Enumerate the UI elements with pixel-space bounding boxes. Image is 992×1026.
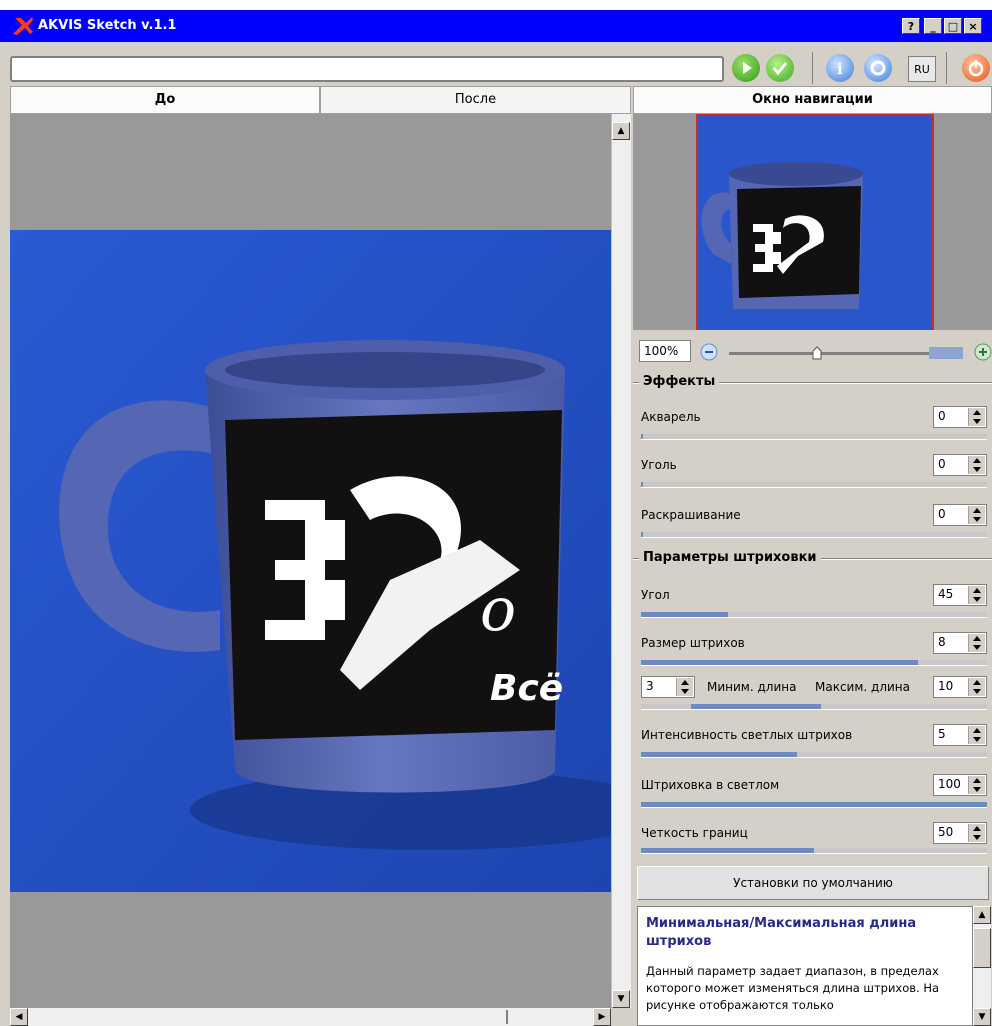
settings-panel: Окно навигации 100% Эффекты Акварель 0 У…: [633, 86, 992, 1026]
info-icon: i: [837, 60, 843, 78]
edge-sharpness-label: Четкость границ: [641, 826, 748, 840]
help-scroll-up-icon[interactable]: ▲: [973, 906, 991, 924]
info-button[interactable]: i: [826, 54, 854, 82]
coloring-spinner[interactable]: 0: [933, 504, 987, 526]
length-range-slider[interactable]: [641, 704, 987, 710]
help-icon: [870, 60, 886, 76]
tab-after[interactable]: После: [320, 86, 631, 114]
min-length-label: Миним. длина: [707, 680, 797, 694]
apply-button[interactable]: [766, 54, 794, 82]
zoom-slider[interactable]: [729, 352, 959, 355]
canvas-horizontal-scrollbar[interactable]: ◀ ▶: [10, 1008, 611, 1026]
stroke-size-label: Размер штрихов: [641, 636, 745, 650]
svg-text:i: i: [837, 60, 843, 78]
charcoal-spinner[interactable]: 0: [933, 454, 987, 476]
language-button[interactable]: RU: [908, 56, 936, 82]
navigator-thumbnail: [696, 114, 934, 330]
window-title: AKVIS Sketch v.1.1: [38, 18, 177, 33]
help-scrollbar[interactable]: ▲ ▼: [973, 906, 991, 1026]
max-length-label: Максим. длина: [815, 680, 910, 694]
edge-sharpness-spinner[interactable]: 50: [933, 822, 987, 844]
zoom-slider-end: [929, 347, 963, 359]
max-length-spinner[interactable]: 10: [933, 676, 987, 698]
minimize-button[interactable]: _: [924, 18, 942, 34]
stroke-size-slider[interactable]: [641, 660, 987, 666]
help-button[interactable]: [864, 54, 892, 82]
effects-title: Эффекты: [639, 374, 720, 389]
coloring-label: Раскрашивание: [641, 508, 741, 522]
scroll-right-icon[interactable]: ▶: [593, 1008, 611, 1026]
image-canvas[interactable]: Всё о: [10, 114, 611, 1008]
title-bar: AKVIS Sketch v.1.1 ? _ □ ×: [0, 10, 992, 42]
watercolor-slider[interactable]: [641, 434, 987, 440]
coloring-slider[interactable]: [641, 532, 987, 538]
charcoal-slider[interactable]: [641, 482, 987, 488]
canvas-vertical-scrollbar[interactable]: ▲ ▼: [611, 114, 631, 1008]
light-intensity-spinner[interactable]: 5: [933, 724, 987, 746]
zoom-slider-thumb[interactable]: [812, 346, 822, 360]
min-length-spinner[interactable]: 3: [641, 676, 695, 698]
toolbar-separator: [946, 52, 947, 84]
scroll-left-icon[interactable]: ◀: [10, 1008, 28, 1026]
zoom-row: 100%: [633, 334, 992, 368]
watercolor-label: Акварель: [641, 410, 701, 424]
angle-slider[interactable]: [641, 612, 987, 618]
light-hatching-label: Штриховка в светлом: [641, 778, 780, 792]
mug-illustration: Всё о: [10, 230, 611, 892]
maximize-button[interactable]: □: [944, 18, 962, 34]
edge-sharpness-slider[interactable]: [641, 848, 987, 854]
default-settings-button[interactable]: Установки по умолчанию: [637, 866, 989, 900]
scroll-down-icon[interactable]: ▼: [612, 990, 630, 1008]
help-body: Данный параметр задает диапазон, в преде…: [646, 964, 940, 1012]
help-heading: Минимальная/Максимальная длина штрихов: [646, 916, 917, 949]
mug-text: Всё: [490, 668, 563, 709]
mug-photo: Всё о: [10, 230, 611, 892]
charcoal-label: Уголь: [641, 458, 677, 472]
app-window: AKVIS Sketch v.1.1 ? _ □ × i RU До После: [0, 10, 992, 1026]
close-button[interactable]: ×: [964, 18, 982, 34]
run-button[interactable]: [732, 54, 760, 82]
watercolor-spinner[interactable]: 0: [933, 406, 987, 428]
help-box: Минимальная/Максимальная длина штрихов Д…: [637, 906, 973, 1026]
power-icon: [968, 60, 984, 77]
hatching-title: Параметры штриховки: [639, 550, 821, 565]
light-intensity-slider[interactable]: [641, 752, 987, 758]
svg-text:о: о: [480, 575, 516, 645]
navigator-view[interactable]: [633, 114, 992, 330]
help-scroll-down-icon[interactable]: ▼: [973, 1008, 991, 1026]
akvis-logo-icon: [13, 17, 33, 35]
angle-label: Угол: [641, 588, 670, 602]
help-window-button[interactable]: ?: [902, 18, 920, 34]
help-scroll-thumb[interactable]: [973, 928, 991, 968]
light-hatching-spinner[interactable]: 100: [933, 774, 987, 796]
exit-button[interactable]: [962, 54, 990, 82]
scroll-up-icon[interactable]: ▲: [612, 122, 630, 140]
run-icon: [743, 62, 752, 74]
navigator-title: Окно навигации: [633, 86, 992, 114]
zoom-in-icon[interactable]: [973, 342, 992, 362]
tab-before[interactable]: До: [10, 86, 320, 114]
view-tabs: До После: [0, 86, 632, 114]
zoom-value[interactable]: 100%: [639, 340, 691, 362]
apply-icon: [772, 62, 788, 76]
zoom-out-icon[interactable]: [699, 342, 719, 362]
light-intensity-label: Интенсивность светлых штрихов: [641, 728, 853, 742]
stroke-size-spinner[interactable]: 8: [933, 632, 987, 654]
scroll-thumb[interactable]: [506, 1010, 508, 1024]
toolbar-separator: [812, 52, 813, 84]
file-path-field[interactable]: [10, 56, 724, 82]
angle-spinner[interactable]: 45: [933, 584, 987, 606]
light-hatching-slider[interactable]: [641, 802, 987, 808]
length-range-fill: [691, 704, 821, 709]
